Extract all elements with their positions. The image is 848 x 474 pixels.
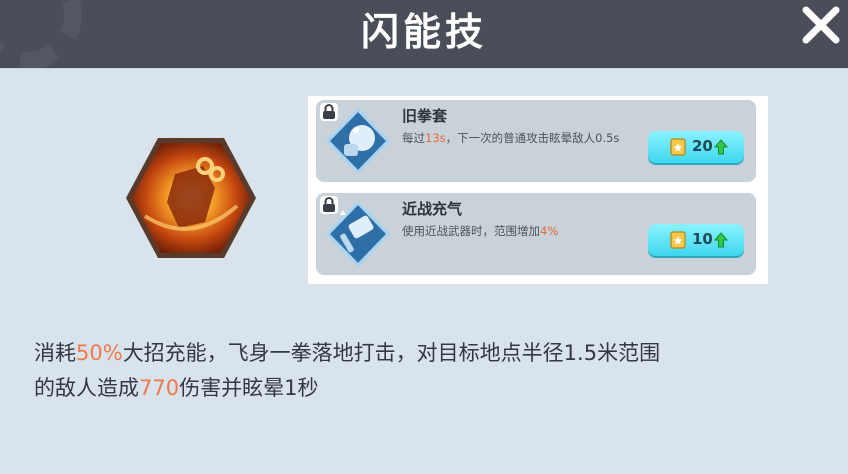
upgrade-name: 旧拳套 <box>402 107 448 125</box>
upgrade-card[interactable]: 旧拳套 每过13s，下一次的普通攻击眩晕敌人0.5s 20 <box>316 100 756 182</box>
desc-text: 每过 <box>402 131 425 145</box>
close-icon <box>802 6 840 44</box>
desc-text: 大招充能，飞身一拳落地打击，对目标地点半径1.5米范围 <box>122 341 661 365</box>
arrow-up-icon <box>714 139 728 155</box>
fist-fire-icon <box>126 138 256 258</box>
upgrade-description: 每过13s，下一次的普通攻击眩晕敌人0.5s <box>402 129 646 148</box>
upgrade-button[interactable]: 10 <box>648 224 744 256</box>
upgrade-cost: 10 <box>692 230 713 248</box>
desc-text: 的敌人造成 <box>34 376 139 400</box>
hammer-icon <box>325 200 391 268</box>
upgrade-description: 使用近战武器时，范围增加4% <box>402 222 646 241</box>
arrow-up-icon <box>714 232 728 248</box>
header-bar: 闪能技 <box>0 0 848 70</box>
desc-text: ，下一次的普通攻击眩晕敌人0.5s <box>445 131 620 145</box>
desc-highlight: 770 <box>139 376 180 400</box>
ticket-icon <box>670 138 686 156</box>
boxing-glove-icon <box>325 107 391 175</box>
desc-highlight: 4% <box>540 224 559 238</box>
skill-description: 消耗50%大招充能，飞身一拳落地打击，对目标地点半径1.5米范围的敌人造成770… <box>34 336 834 406</box>
upgrade-button[interactable]: 20 <box>648 131 744 163</box>
skill-icon-slot <box>125 136 257 260</box>
ticket-icon <box>670 231 686 249</box>
desc-highlight: 13s <box>425 131 446 145</box>
close-button[interactable] <box>800 4 842 46</box>
upgrade-name: 近战充气 <box>402 200 463 218</box>
desc-highlight: 50% <box>76 341 123 365</box>
upgrade-cost: 20 <box>692 137 713 155</box>
desc-text: 消耗 <box>34 341 76 365</box>
desc-text: 使用近战武器时，范围增加 <box>402 224 540 238</box>
desc-text: 伤害并眩晕1秒 <box>179 376 319 400</box>
upgrade-card[interactable]: 近战充气 使用近战武器时，范围增加4% 10 <box>316 193 756 275</box>
page-title: 闪能技 <box>360 10 487 54</box>
